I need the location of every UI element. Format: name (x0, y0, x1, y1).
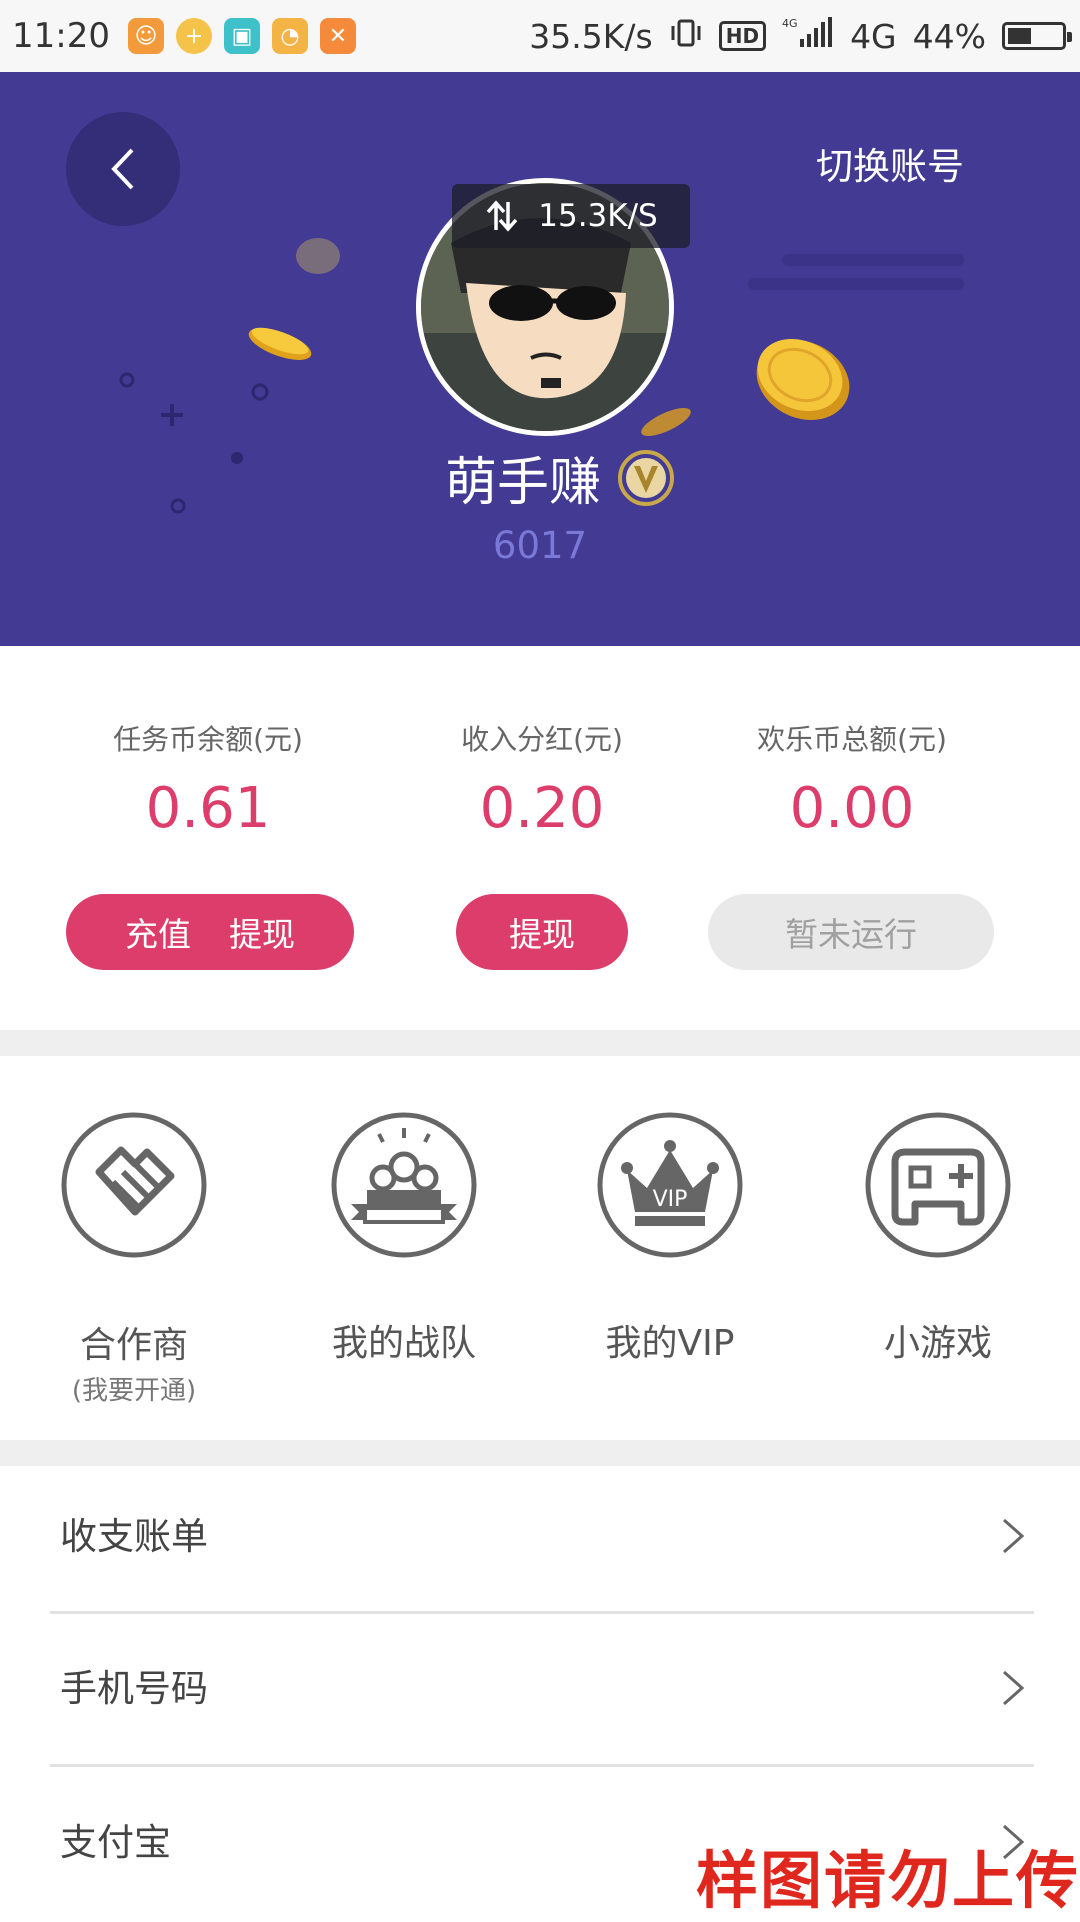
section-divider (0, 1030, 1080, 1056)
income-dividend-balance: 收入分红(元) 0.20 (382, 718, 702, 841)
grid-label: 我的VIP (605, 1323, 735, 1364)
chevron-right-icon (1003, 1518, 1025, 1554)
lines-decoration-icon (748, 254, 964, 290)
app-icon-orange: ☺ (127, 18, 164, 54)
withdraw-task-button[interactable]: 提现 (229, 908, 295, 956)
vibrate-icon (669, 17, 703, 56)
svg-text:4G: 4G (782, 17, 798, 30)
switch-account-button[interactable]: 切换账号 (816, 136, 964, 190)
task-coin-balance: 任务币余额(元) 0.61 (48, 718, 368, 841)
chevron-left-icon (111, 148, 134, 190)
gamepad-icon (865, 1112, 1011, 1258)
network-type: 4G (850, 16, 897, 56)
my-vip-feature[interactable]: VIP 我的VIP (560, 1112, 780, 1366)
username: 萌手赚 (444, 453, 601, 513)
partner-feature[interactable]: 合作商 (我要开通) (24, 1112, 244, 1407)
speed-text: 15.3K/S (538, 198, 658, 234)
team-feature[interactable]: 我的战队 (294, 1112, 514, 1366)
section-divider (0, 1440, 1080, 1466)
signal-icon: 4G (782, 15, 834, 57)
vip-badge-icon (618, 449, 674, 506)
status-time: 11:20 (12, 16, 110, 56)
recharge-withdraw-pill: 充值 提现 (66, 894, 354, 970)
coin-decoration-icon (641, 407, 691, 437)
battery-percent: 44% (912, 16, 986, 56)
balance-label: 任务币余额(元) (113, 723, 303, 756)
withdraw-income-button[interactable]: 提现 (456, 894, 628, 970)
watermark: 样图请勿上传 (695, 1844, 1080, 1917)
coin-decoration-icon (756, 339, 850, 420)
back-button[interactable] (66, 112, 180, 226)
chevron-right-icon (1003, 1670, 1025, 1706)
team-icon (331, 1112, 477, 1258)
recharge-button[interactable]: 充值 (125, 908, 191, 956)
menu-divider (50, 1764, 1034, 1767)
user-id: 6017 (492, 524, 588, 567)
hd-icon: HD (718, 21, 767, 51)
menu-label: 收支账单 (60, 1515, 208, 1558)
handshake-icon (61, 1112, 207, 1258)
coin-decoration-icon (296, 238, 340, 274)
grid-sublabel: (我要开通) (71, 1376, 197, 1406)
menu-label: 支付宝 (60, 1821, 171, 1864)
battery-icon (1002, 22, 1072, 50)
menu-label: 手机号码 (60, 1667, 208, 1710)
not-running-label: 暂未运行 (785, 915, 917, 954)
balance-value: 0.00 (789, 776, 915, 841)
app-icon-shuffle: ✕ (319, 18, 356, 54)
app-icon-scan: ▣ (223, 18, 260, 54)
app-icon-plus: + (175, 18, 212, 54)
network-speed: 35.5K/s (529, 16, 653, 56)
not-running-button: 暂未运行 (708, 894, 994, 970)
grid-label: 我的战队 (331, 1323, 476, 1364)
coin-decoration-icon (248, 327, 312, 360)
balance-value: 0.61 (145, 776, 271, 841)
menu-item-bills[interactable]: 收支账单 (0, 1466, 1080, 1616)
username-row: 萌手赚 (0, 440, 1080, 515)
battery-fill (1008, 28, 1031, 44)
grid-label: 小游戏 (883, 1323, 992, 1364)
profile-header: 切换账号 15.3K/S 萌手赚 6017 (0, 72, 1080, 646)
crown-icon-text: VIP (653, 1187, 688, 1212)
balances-section: 任务币余额(元) 0.61 收入分红(元) 0.20 欢乐币总额(元) 0.00… (0, 646, 1080, 1030)
speed-overlay: 15.3K/S (452, 184, 690, 248)
happy-coin-balance: 欢乐币总额(元) 0.00 (692, 718, 1012, 841)
balance-label: 收入分红(元) (461, 723, 623, 756)
status-bar: 11:20 ☺ + ▣ ◔ ✕ 35.5K/s HD 4G 4G 44% (0, 0, 1080, 72)
balance-label: 欢乐币总额(元) (757, 723, 947, 756)
mini-games-feature[interactable]: 小游戏 (828, 1112, 1048, 1366)
withdraw-income-label: 提现 (509, 915, 575, 954)
app-icon-clock: ◔ (271, 18, 308, 54)
grid-label: 合作商 (79, 1325, 188, 1366)
balance-value: 0.20 (479, 776, 605, 841)
crown-icon: VIP (597, 1112, 743, 1258)
menu-item-phone[interactable]: 手机号码 (0, 1618, 1080, 1768)
menu-divider (50, 1611, 1034, 1614)
transfer-arrows-icon (486, 200, 518, 232)
notification-icons: ☺ + ▣ ◔ ✕ (127, 18, 356, 54)
feature-grid: 合作商 (我要开通) 我的战队 VIP 我的VIP 小游戏 (0, 1056, 1080, 1440)
